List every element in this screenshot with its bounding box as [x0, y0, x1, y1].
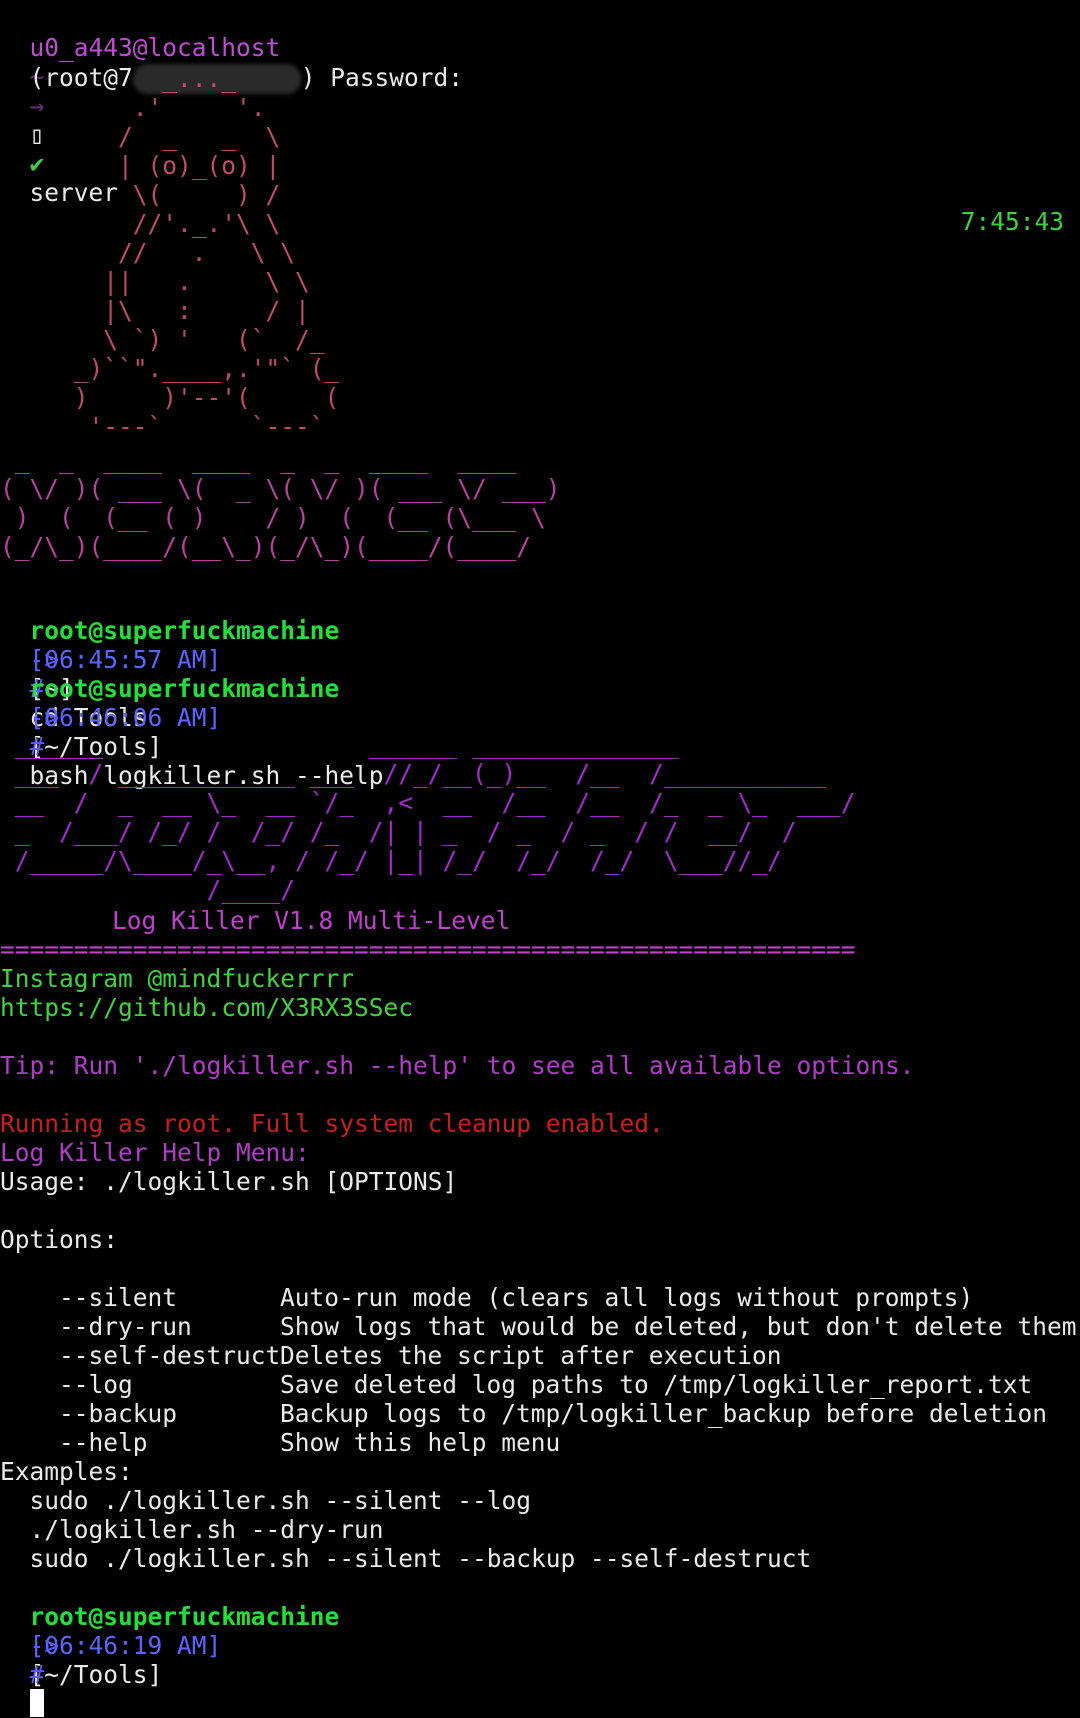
usage-line: Usage: ./logkiller.sh [OPTIONS] [0, 1167, 458, 1196]
option-flag: --help [29, 1428, 148, 1457]
option-row: --dry-run Show logs that would be deleted… [0, 1283, 1080, 1341]
banner-rule: ========================================… [0, 935, 856, 964]
prompt-user: root@superfuckmachine [29, 1602, 340, 1631]
prompt-line: root@superfuckmachine [06:45:57 AM] [~] [0, 587, 340, 703]
terminal-input-line[interactable]: -> # [0, 1602, 59, 1717]
help-menu-title: Log Killer Help Menu: [0, 1138, 310, 1167]
prompt-line: root@superfuckmachine [06:46:19 AM] [~/T… [0, 1573, 340, 1689]
option-desc: Show this help menu [280, 1428, 561, 1457]
xerxes-ascii-art: _ _ ____ ____ _ _ ____ ____ ( \/ )( ___ … [0, 445, 561, 561]
root-warning: Running as root. Full system cleanup ena… [0, 1109, 664, 1138]
prompt-arrow: -> [29, 1631, 60, 1660]
option-row: --self-destruct Deletes the script after … [0, 1312, 1080, 1370]
prompt-arrow: -> [29, 703, 60, 732]
status-clock: 7:45:43 [960, 207, 1064, 236]
examples-header: Examples: [0, 1457, 133, 1486]
tip-message: Tip: Run './logkiller.sh --help' to see … [0, 1051, 915, 1080]
text-cursor [29, 1689, 44, 1717]
instagram-handle: Instagram @mindfuckerrrr [0, 964, 355, 993]
prompt-path: [~/Tools] [29, 1660, 163, 1689]
example-line: ./logkiller.sh --dry-run [0, 1515, 384, 1544]
prompt-line: root@superfuckmachine [06:46:06 AM] [~/T… [0, 645, 340, 761]
logkiller-ascii-art: ______ ______ ______________ ___ / _____… [14, 730, 856, 904]
banner-title: Log Killer V1.8 Multi-Level [112, 906, 511, 935]
command-line: -> # bash logkiller.sh --help [0, 674, 384, 790]
option-row: --silent Auto-run mode (clears all logs w… [0, 1254, 1080, 1312]
option-row: --help Show this help menu [0, 1399, 1080, 1457]
terminal-status-bar: u0_a443@localhost ~ → ▯ ✔ server 7:45:43 [0, 4, 1080, 236]
prompt-hash: # [29, 1660, 45, 1689]
password-prompt[interactable]: (root@7) Password: [0, 34, 463, 94]
example-line: sudo ./logkiller.sh --silent --log [0, 1486, 532, 1515]
command-line: -> # cd Tools [0, 616, 148, 732]
github-link[interactable]: https://github.com/X3RX3SSec [0, 993, 413, 1022]
option-row: --log Save deleted log paths to /tmp/logk… [0, 1341, 1080, 1399]
option-row: --backup Backup logs to /tmp/logkiller_ba… [0, 1370, 1080, 1428]
penguin-ascii-art: _..._ .' '. / _ _ \ | (o)_(o) | \( ) / /… [73, 64, 340, 441]
example-line: sudo ./logkiller.sh --silent --backup --… [0, 1544, 812, 1573]
options-header: Options: [0, 1225, 119, 1254]
